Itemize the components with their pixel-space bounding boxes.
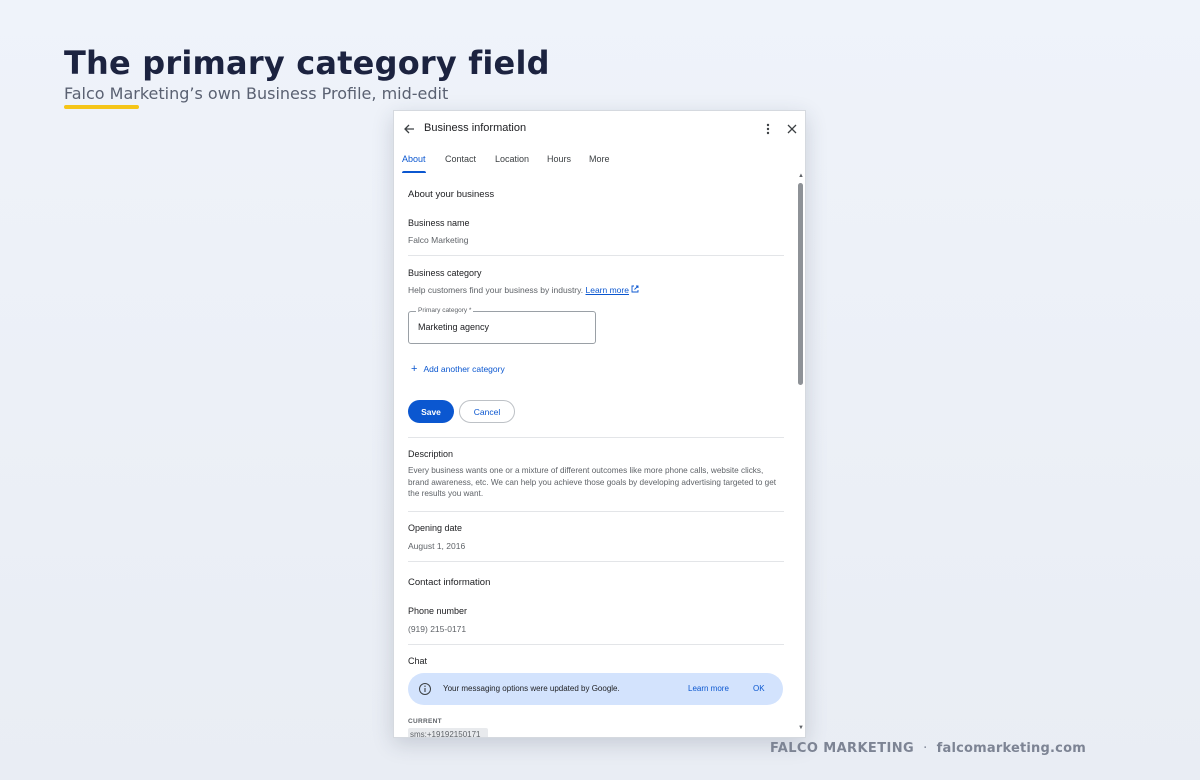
save-button[interactable]: Save (408, 400, 454, 423)
banner-learn-more-link[interactable]: Learn more (688, 684, 729, 693)
current-label: CURRENT (408, 718, 442, 725)
opening-date-value[interactable]: August 1, 2016 (408, 541, 465, 551)
accent-underline (64, 105, 139, 109)
current-chat-value: sms:+19192150171 (408, 728, 488, 737)
tab-about[interactable]: About (402, 154, 426, 164)
slide-subtitle: Falco Marketing’s own Business Profile, … (64, 84, 449, 103)
slide-title: The primary category field (64, 44, 550, 82)
external-link-icon[interactable] (631, 285, 639, 295)
divider (408, 561, 784, 562)
business-information-panel: Business information About Contact Locat… (393, 110, 806, 738)
active-tab-indicator (402, 171, 426, 173)
tab-contact[interactable]: Contact (445, 154, 476, 164)
business-name-value[interactable]: Falco Marketing (408, 235, 468, 245)
panel-header: Business information (394, 111, 805, 147)
primary-category-label: Primary category * (416, 307, 474, 314)
contact-heading: Contact information (408, 577, 491, 588)
footer-site: falcomarketing.com (936, 741, 1086, 756)
add-category-button[interactable]: + Add another category (411, 363, 505, 375)
footer-brand: FALCO MARKETING (770, 741, 915, 756)
scroll-down-icon[interactable]: ▼ (798, 725, 804, 731)
close-icon[interactable] (782, 119, 802, 139)
tab-location[interactable]: Location (495, 154, 529, 164)
tab-hours[interactable]: Hours (547, 154, 571, 164)
phone-label: Phone number (408, 606, 468, 616)
banner-message: Your messaging options were updated by G… (443, 684, 620, 693)
about-heading: About your business (408, 189, 495, 200)
divider (408, 511, 784, 512)
scroll-up-icon[interactable]: ▲ (798, 173, 804, 179)
divider (408, 437, 784, 438)
footer-separator: · (923, 741, 928, 756)
plus-icon: + (411, 363, 418, 375)
opening-date-label: Opening date (408, 523, 463, 533)
back-arrow-icon[interactable] (399, 119, 419, 139)
banner-ok-button[interactable]: OK (753, 684, 765, 693)
category-help: Help customers find your business by ind… (408, 285, 584, 295)
description-value[interactable]: Every business wants one or a mixture of… (408, 465, 784, 500)
scrollbar[interactable]: ▲ ▼ (797, 173, 805, 737)
footer: FALCO MARKETING · falcomarketing.com (770, 741, 1086, 756)
business-category-label: Business category (408, 268, 482, 278)
primary-category-field[interactable]: Primary category * (408, 307, 596, 344)
learn-more-link[interactable]: Learn more (586, 285, 629, 295)
messaging-info-banner: Your messaging options were updated by G… (408, 673, 783, 705)
divider (408, 255, 784, 256)
scrollbar-thumb[interactable] (798, 183, 803, 385)
divider (408, 644, 784, 645)
business-name-label: Business name (408, 218, 470, 228)
cancel-button[interactable]: Cancel (459, 400, 515, 423)
category-help-text: Help customers find your business by ind… (408, 285, 639, 295)
more-vert-icon[interactable] (758, 119, 778, 139)
description-label: Description (408, 449, 454, 459)
info-icon (418, 682, 432, 696)
phone-value[interactable]: (919) 215-0171 (408, 624, 466, 634)
chat-label: Chat (408, 656, 428, 666)
tab-bar: About Contact Location Hours More (394, 151, 805, 175)
primary-category-input[interactable] (418, 322, 588, 332)
panel-title: Business information (424, 122, 527, 134)
add-category-label: Add another category (423, 364, 505, 374)
tab-more[interactable]: More (589, 154, 610, 164)
